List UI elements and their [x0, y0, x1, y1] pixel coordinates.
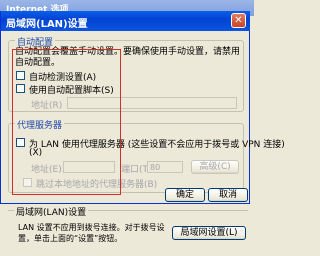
- lan-description-line1: LAN 设置不应用到拨号连接。对于拨号设: [18, 223, 165, 232]
- dialog-titlebar: 局域网(LAN)设置: [1, 11, 250, 31]
- highlight-annotation-box: [12, 49, 121, 195]
- cancel-button[interactable]: 取消: [208, 188, 248, 202]
- lan-settings-button[interactable]: 局域网设置(L): [172, 226, 246, 240]
- close-icon: ✕: [234, 15, 243, 26]
- ok-button[interactable]: 确定: [165, 188, 205, 202]
- dialog-title: 局域网(LAN)设置: [6, 19, 88, 30]
- advanced-button[interactable]: 高级(C): [191, 160, 239, 174]
- close-button[interactable]: ✕: [231, 13, 246, 28]
- lan-section-label: 局域网(LAN)设置: [14, 205, 89, 218]
- lan-description-line2: 置，单击上面的“设置”按钮。: [18, 234, 123, 243]
- proxy-port-input[interactable]: 80: [147, 161, 183, 173]
